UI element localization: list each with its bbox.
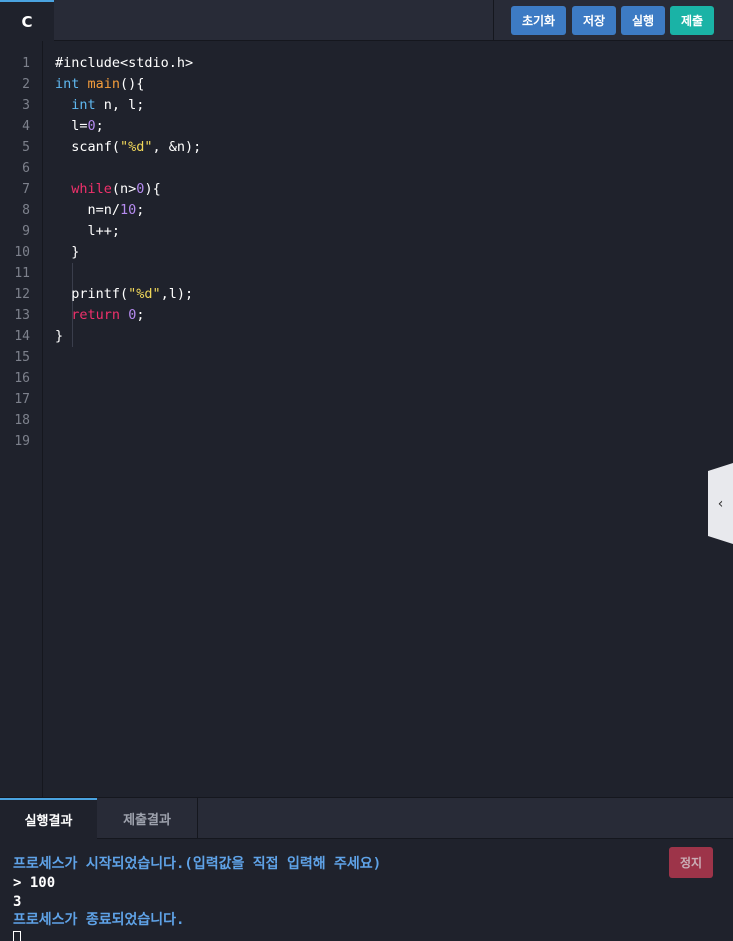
line-number: 19 <box>14 434 30 449</box>
code-token: (){ <box>120 76 145 92</box>
line-number: 9 <box>22 224 30 239</box>
code-area[interactable]: #include<stdio.h> int main(){ int n, l; l… <box>55 53 201 347</box>
code-token: #include<stdio.h> <box>55 55 194 71</box>
code-token: "%d" <box>120 139 153 155</box>
line-number: 2 <box>22 77 30 92</box>
line-number: 11 <box>14 266 30 281</box>
line-number-gutter: 1 2 3 4 5 6 7 8 9 10 11 12 13 14 15 16 17 18 19 <box>0 41 43 797</box>
code-token: ; <box>95 118 104 134</box>
code-token: 0 <box>87 118 96 134</box>
code-line: l=0; <box>55 116 201 137</box>
line-number: 5 <box>22 140 30 155</box>
code-token: main <box>87 76 121 92</box>
code-token: ; <box>136 307 145 323</box>
code-line: return 0; <box>55 305 201 326</box>
code-line: } <box>55 242 201 263</box>
save-button[interactable]: 저장 <box>572 6 616 35</box>
console-line: 프로세스가 종료되었습니다. <box>13 912 185 928</box>
result-tabs: 실행결과 제출결과 <box>0 797 733 839</box>
line-number: 4 <box>22 119 30 134</box>
stop-button[interactable]: 정지 <box>669 847 713 878</box>
code-token: ; <box>136 202 145 218</box>
code-token: l= <box>55 118 88 134</box>
code-token: } <box>55 244 80 260</box>
line-number: 16 <box>14 371 30 386</box>
code-editor[interactable]: 1 2 3 4 5 6 7 8 9 10 11 12 13 14 15 16 17 18 19 #include<s… <box>0 41 733 797</box>
line-number: 15 <box>14 350 30 365</box>
tab-run-result[interactable]: 실행결과 <box>0 798 97 839</box>
code-token: , &n); <box>152 139 202 155</box>
console-line: 3 <box>13 894 22 910</box>
submit-button[interactable]: 제출 <box>670 6 714 35</box>
code-token: 10 <box>120 202 137 218</box>
line-number: 17 <box>14 392 30 407</box>
line-number: 14 <box>14 329 30 344</box>
code-token: l++; <box>55 223 121 239</box>
code-line: l++; <box>55 221 201 242</box>
tab-submit-result[interactable]: 제출결과 <box>97 798 198 839</box>
code-token: n, l; <box>95 97 145 113</box>
line-number: 1 <box>22 56 30 71</box>
run-button[interactable]: 실행 <box>621 6 665 35</box>
chevron-left-icon: ‹ <box>717 495 724 512</box>
code-token: (n> <box>111 181 137 197</box>
code-line: while(n>0){ <box>55 179 201 200</box>
line-number: 6 <box>22 161 30 176</box>
terminal-cursor <box>13 931 21 941</box>
code-token: ){ <box>144 181 161 197</box>
console-output[interactable]: 정지 프로세스가 시작되었습니다.(입력값을 직접 입력해 주세요) > 100… <box>0 839 733 941</box>
line-number: 7 <box>22 182 30 197</box>
line-number: 3 <box>22 98 30 113</box>
code-token: n=n/ <box>55 202 121 218</box>
code-token: while <box>71 181 112 197</box>
code-line: #include<stdio.h> <box>55 53 201 74</box>
side-panel-toggle[interactable]: ‹ <box>708 463 733 544</box>
code-line: int main(){ <box>55 74 201 95</box>
code-line: int n, l; <box>55 95 201 116</box>
reset-button[interactable]: 초기화 <box>511 6 566 35</box>
code-token: } <box>55 328 64 344</box>
code-token: printf( <box>55 286 129 302</box>
code-line: } <box>55 326 201 347</box>
code-line: scanf("%d", &n); <box>55 137 201 158</box>
code-token: scanf( <box>55 139 121 155</box>
code-token: int <box>55 76 80 92</box>
code-line: printf("%d",l); <box>55 284 201 305</box>
code-token: ,l); <box>160 286 194 302</box>
code-line: n=n/10; <box>55 200 201 221</box>
line-number: 13 <box>14 308 30 323</box>
line-number: 18 <box>14 413 30 428</box>
line-number: 10 <box>14 245 30 260</box>
editor-topbar: C 초기화 저장 실행 제출 <box>0 0 733 41</box>
line-number: 12 <box>14 287 30 302</box>
code-token: return <box>71 307 121 323</box>
console-line: > 100 <box>13 875 56 891</box>
code-token: "%d" <box>128 286 161 302</box>
toolbar: 초기화 저장 실행 제출 <box>493 0 733 41</box>
code-token: int <box>71 97 96 113</box>
tab-language-c[interactable]: C <box>0 0 54 41</box>
console-line: 프로세스가 시작되었습니다.(입력값을 직접 입력해 주세요) <box>13 856 382 872</box>
line-number: 8 <box>22 203 30 218</box>
